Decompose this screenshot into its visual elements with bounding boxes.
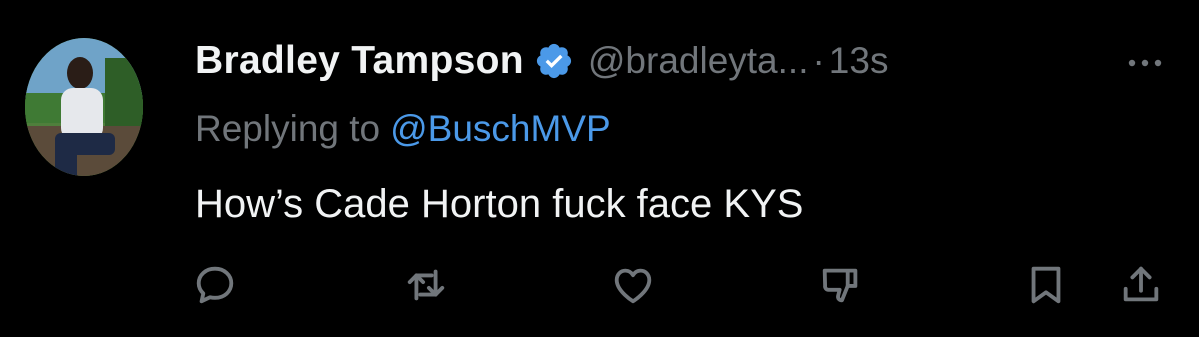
like-icon[interactable] [610,262,656,308]
separator-dot: · [812,40,825,81]
replying-to-label: Replying to [195,108,381,149]
verified-badge-icon [534,41,574,81]
tweet-text: How’s Cade Horton fuck face KYS [195,182,804,226]
display-name[interactable]: Bradley Tampson [195,39,524,83]
author-handle[interactable]: @bradleyta... [588,40,809,82]
more-options-icon[interactable] [1125,48,1165,78]
share-icon[interactable] [1118,262,1164,308]
bookmark-icon[interactable] [1023,262,1069,308]
avatar[interactable] [25,38,143,176]
replying-to: Replying to @BuschMVP [195,104,611,154]
tweet-header: Bradley Tampson @bradleyta... · 13s [195,36,888,86]
timestamp[interactable]: 13s [829,40,889,82]
reply-icon[interactable] [192,262,238,308]
retweet-icon[interactable] [403,262,449,308]
reply-to-handle-link[interactable]: @BuschMVP [390,108,611,150]
dislike-icon[interactable] [818,262,864,308]
